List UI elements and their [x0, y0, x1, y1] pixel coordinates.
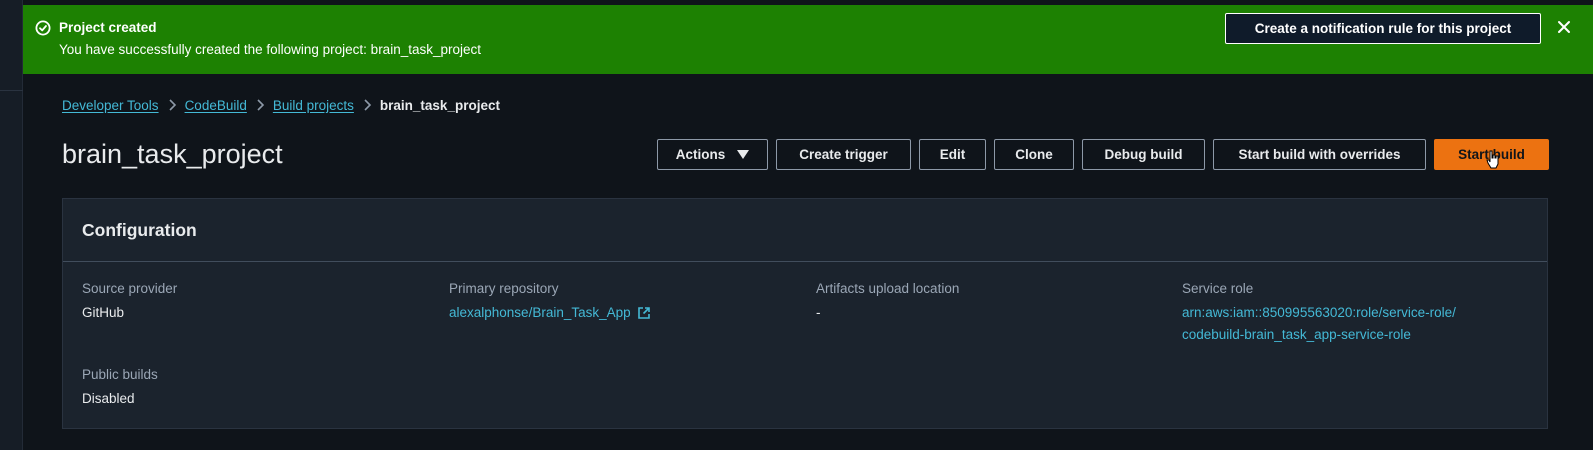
source-provider-label: Source provider: [82, 281, 178, 296]
breadcrumb-developer-tools[interactable]: Developer Tools: [62, 98, 159, 113]
chevron-right-icon: [354, 99, 380, 111]
close-icon[interactable]: [1556, 19, 1572, 35]
service-role-label: Service role: [1182, 281, 1254, 296]
hand-cursor-icon: [1486, 150, 1499, 169]
primary-repository-value[interactable]: alexalphonse/Brain_Task_App: [449, 302, 631, 324]
clone-button[interactable]: Clone: [994, 139, 1074, 170]
success-check-icon: [35, 20, 51, 36]
breadcrumb-codebuild[interactable]: CodeBuild: [185, 98, 247, 113]
service-role-value-line1[interactable]: arn:aws:iam::850995563020:role/service-r…: [1182, 302, 1456, 324]
artifacts-location-field: Artifacts upload location -: [816, 280, 959, 324]
source-provider-field: Source provider GitHub: [82, 280, 177, 324]
configuration-panel: Configuration Source provider GitHub Pri…: [62, 198, 1548, 429]
create-trigger-button[interactable]: Create trigger: [776, 139, 911, 170]
left-nav-strip: [0, 0, 23, 450]
chevron-right-icon: [159, 99, 185, 111]
start-build-with-overrides-button[interactable]: Start build with overrides: [1213, 139, 1426, 170]
caret-down-icon: [737, 150, 750, 159]
configuration-title: Configuration: [82, 219, 197, 240]
external-link-icon: [637, 307, 650, 319]
artifacts-location-value: -: [816, 305, 821, 320]
flash-message: You have successfully created the follow…: [59, 42, 481, 57]
primary-repository-label: Primary repository: [449, 281, 559, 296]
flash-title: Project created: [59, 20, 157, 35]
source-provider-value: GitHub: [82, 305, 125, 320]
chevron-right-icon: [247, 99, 273, 111]
breadcrumb: Developer Tools CodeBuild Build projects…: [62, 96, 500, 114]
configuration-header: Configuration: [63, 199, 1547, 262]
artifacts-location-label: Artifacts upload location: [816, 281, 960, 296]
public-builds-field: Public builds Disabled: [82, 366, 158, 410]
public-builds-value: Disabled: [82, 391, 135, 406]
service-role-value-line2[interactable]: codebuild-brain_task_app-service-role: [1182, 324, 1456, 346]
service-role-link[interactable]: arn:aws:iam::850995563020:role/service-r…: [1182, 302, 1456, 346]
success-flash-banner: Project created You have successfully cr…: [23, 5, 1593, 74]
primary-repository-field: Primary repository alexalphonse/Brain_Ta…: [449, 280, 651, 324]
public-builds-label: Public builds: [82, 367, 158, 382]
debug-build-button[interactable]: Debug build: [1082, 139, 1205, 170]
edit-button[interactable]: Edit: [919, 139, 986, 170]
create-notification-rule-button[interactable]: Create a notification rule for this proj…: [1225, 13, 1541, 44]
actions-dropdown-button[interactable]: Actions: [657, 139, 768, 170]
page-title: brain_task_project: [62, 139, 283, 169]
breadcrumb-build-projects[interactable]: Build projects: [273, 98, 354, 113]
actions-label: Actions: [675, 147, 726, 162]
breadcrumb-current: brain_task_project: [379, 97, 500, 113]
primary-repository-link[interactable]: alexalphonse/Brain_Task_App: [449, 302, 651, 324]
service-role-field: Service role arn:aws:iam::850995563020:r…: [1182, 280, 1456, 346]
